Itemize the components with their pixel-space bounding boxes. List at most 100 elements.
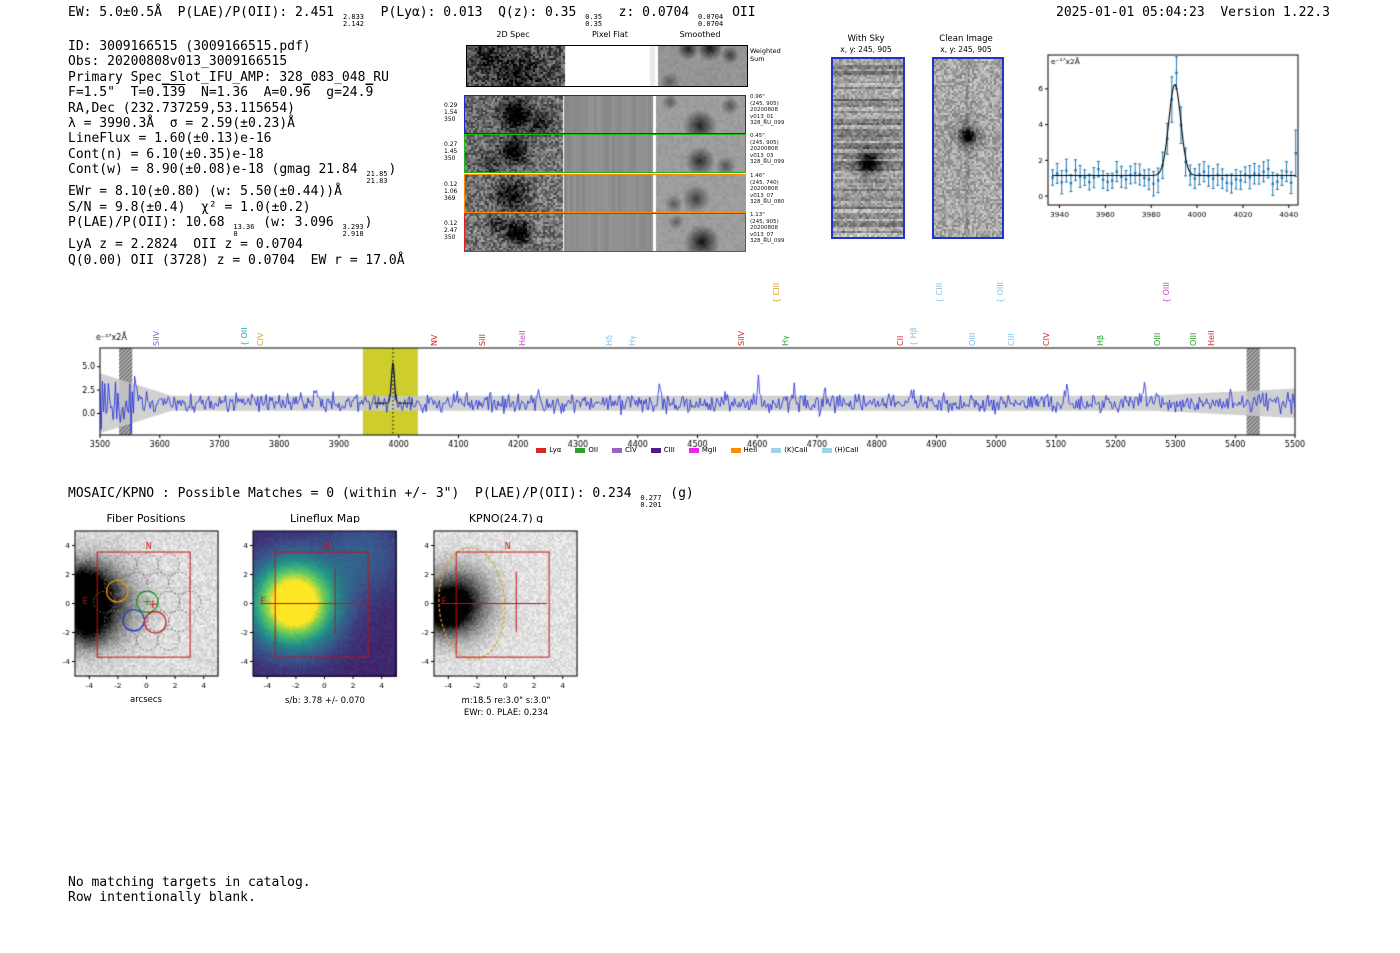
legend-item: CIV [612,446,637,454]
spec2d-row-right-value: 328_RU_099 [750,238,784,245]
col-title-pixel-flat: Pixel Flat [580,30,640,39]
legend-label: HeII [744,446,758,454]
emission-line-label: HeII [1207,330,1216,346]
spec2d-row-left-value: 350 [444,155,457,162]
text-segment: P(LAE)/P(OII): 10.68 [68,215,232,230]
emission-line-label: CIV [256,333,265,346]
emission-line-label: Hγ [628,335,637,346]
spec2d-row-left-labels: 0.121.06369 [444,181,457,202]
with-sky-coords: x, y: 245, 905 [816,45,916,54]
spec2d-row-left-labels: 0.271.45350 [444,141,457,162]
emission-line-label: Hγ [781,335,790,346]
footer-text-2: Row intentionally blank. [68,890,256,905]
text-segment: ) [365,215,373,230]
stacked-range-value: 0.2770.201 [640,495,661,508]
spec2d-row-right-labels: 1.13"(245, 905)20200808v013_07328_RU_099 [750,212,784,245]
spec2d-row-image [464,213,746,252]
info-line: S/N = 9.8(±0.4) χ² = 1.0(±0.2) [68,200,405,215]
legend-swatch [822,448,832,453]
weighted-sum-label: Weighted Sum [750,48,781,63]
footer-line-2: Row intentionally blank. [68,890,256,905]
text-segment: OII [724,5,755,20]
clean-image-coords: x, y: 245, 905 [916,45,1016,54]
spec2d-row-left-value: 0.29 [444,102,457,109]
legend-label: (K)CaII [784,446,807,454]
text-segment: RA,Dec (232.737259,53.115654) [68,101,295,116]
spec2d-row-right-labels: 1.46"(245, 740)20200808v013_07328_RU_080 [750,173,784,206]
summary-header: EW: 5.0±0.5Å P(LAE)/P(OII): 2.451 2.8332… [68,5,756,27]
text-segment: F=1.5" T=0. [68,85,162,100]
text-segment: 6 [303,85,311,100]
lineflux-map-caption: s/b: 3.78 +/- 0.070 [245,696,405,706]
text-segment: Primary Spec_Slot_IFU_AMP: 328_083_048_R… [68,70,389,85]
spec2d-row-right-value: v013_01 [750,114,784,121]
with-sky-image [831,57,905,239]
spec2d-row-left-value: 1.54 [444,109,457,116]
spec2d-row-right-value: v013_07 [750,193,784,200]
mosaic-match-line: MOSAIC/KPNO : Possible Matches = 0 (with… [68,486,694,508]
emission-line-label: CIII [1007,333,1016,346]
elixer-report-page: EW: 5.0±0.5Å P(LAE)/P(OII): 2.451 2.8332… [0,0,1400,953]
spec2d-row-right-value: 328_RU_080 [750,199,784,206]
with-sky-title: With Sky [816,34,916,44]
stacked-range-value: 3.2932.918 [343,224,364,237]
spec2d-row-right-value: 20200808 [750,146,784,153]
col-title-smoothed: Smoothed [670,30,730,39]
legend-label: OII [588,446,598,454]
emission-line-label: { OIII [1162,282,1171,303]
spec2d-row-right-value: 1.46" [750,173,784,180]
spec2d-row-right-labels: 0.96"(245, 905)20200808v013_01328_RU_099 [750,94,784,127]
spec2d-row-left-value: 350 [444,116,457,123]
emission-line-label: { CIII [772,283,781,303]
info-line: P(LAE)/P(OII): 10.68 13.368 (w: 3.096 3.… [68,215,405,237]
stacked-range-value: 13.368 [233,224,254,237]
emission-line-label: HeII [518,330,527,346]
text-segment: Q(0.00) OII (3728) z = 0.0704 EW r = 17.… [68,253,405,268]
emission-line-label: OIII [1189,333,1198,346]
info-line: F=1.5" T=0.139 N=1.36 A=0.96 g=24.9 [68,85,405,100]
info-line: ID: 3009166515 (3009166515.pdf) [68,39,405,54]
emission-line-label: { OIII [996,282,1005,303]
spec2d-row-right-labels: 0.45"(245, 905)20200808v013_03328_RU_099 [750,133,784,166]
legend-label: CIV [625,446,637,454]
spec2d-row-left-value: 0.27 [444,141,457,148]
text-segment: S/N = 9.8(±0.4) χ² = 1.0(±0.2) [68,200,311,215]
stacked-range-value: 21.8521.83 [366,171,387,184]
text-segment: EWr = 8.10(±0.80) (w: 5.50(±0.44))Å [68,184,342,199]
text-segment: (w: 3.096 [255,215,341,230]
spec2d-row-left-value: 1.45 [444,148,457,155]
info-line: RA,Dec (232.737259,53.115654) [68,101,405,116]
legend-item: CIII [651,446,675,454]
spec2d-row-right-value: v013_03 [750,153,784,160]
text-segment: LyA z = 2.2824 OII z = 0.0704 [68,237,303,252]
kpno-cutout-plot [404,523,584,688]
zoom-spectrum-plot [1030,48,1320,223]
legend-swatch [536,448,546,453]
spec2d-row-left-labels: 0.122.47350 [444,220,457,241]
text-segment: EW: 5.0±0.5Å P(LAE)/P(OII): 2.451 [68,5,342,20]
info-line: Cont(w) = 8.90(±0.08)e-18 (gmag 21.84 21… [68,162,405,184]
legend-item: MgII [689,446,717,454]
footer-text-1: No matching targets in catalog. [68,875,311,890]
text-segment: Obs: 20200808v013_3009166515 [68,54,287,69]
emission-line-label: Hβ [1096,335,1105,346]
timestamp-version: 2025-01-01 05:04:23 Version 1.22.3 [1056,5,1330,20]
text-segment: 139 [162,85,185,100]
emission-line-label: { Hβ [909,327,918,346]
emission-line-label: SiIV [737,331,746,346]
emission-line-label: OIII [968,333,977,346]
emission-line-label: { CIII [935,283,944,303]
emission-line-label: NV [430,335,439,346]
kpno-cutout-caption1: m:18.5 re:3.0" s:3.0" [426,696,586,706]
text-segment: ID: 3009166515 (3009166515.pdf) [68,39,311,54]
spec2d-row-right-value: 1.13" [750,212,784,219]
text-segment: N=1.36 A=0.9 [185,85,302,100]
emission-line-label: SiIV [152,331,161,346]
text-segment: (g) [662,486,693,501]
spec2d-row-right-value: (245, 905) [750,219,784,226]
fiber-positions-xlabel: arcsecs [66,695,226,705]
clean-image-title: Clean Image [916,34,1016,44]
info-line: Cont(n) = 6.10(±0.35)e-18 [68,147,405,162]
spec2d-row-image [464,134,746,173]
info-line: Q(0.00) OII (3728) z = 0.0704 EW r = 17.… [68,253,405,268]
